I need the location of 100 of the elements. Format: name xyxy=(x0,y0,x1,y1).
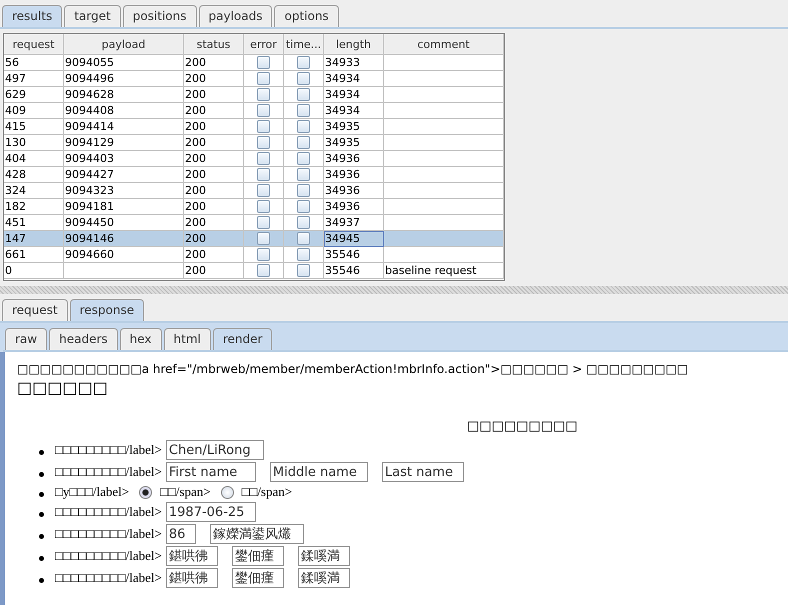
checkbox[interactable] xyxy=(297,72,310,85)
table-cell: 9094427 xyxy=(64,167,184,183)
table-cell: 147 xyxy=(4,231,64,247)
input-field[interactable]: 鐢佃瘽 xyxy=(232,568,284,588)
table-cell: 409 xyxy=(4,103,64,119)
checkbox[interactable] xyxy=(297,136,310,149)
table-cell: 34937 xyxy=(324,215,384,231)
bullet-icon xyxy=(39,512,44,517)
bullet-icon xyxy=(39,556,44,561)
input-field[interactable]: 鍒嗘満 xyxy=(298,568,350,588)
checkbox[interactable] xyxy=(297,232,310,245)
field-label: □y□□□/label> xyxy=(55,484,130,500)
tab[interactable]: positions xyxy=(122,5,196,27)
page-title: □□□□□□ xyxy=(17,378,109,397)
table-cell: 200 xyxy=(184,231,244,247)
splitter[interactable] xyxy=(0,286,788,294)
input-field[interactable]: Last name xyxy=(382,462,464,482)
table-cell: 9094403 xyxy=(64,151,184,167)
checkbox[interactable] xyxy=(297,248,310,261)
checkbox[interactable] xyxy=(257,56,270,69)
table-cell: 9094628 xyxy=(64,87,184,103)
checkbox[interactable] xyxy=(297,56,310,69)
tab[interactable]: request xyxy=(2,299,68,321)
input-field[interactable]: 鍖哄彿 xyxy=(166,546,218,566)
table-cell: 130 xyxy=(4,135,64,151)
table-cell: 200 xyxy=(184,199,244,215)
table-cell: 9094323 xyxy=(64,183,184,199)
table-cell: 200 xyxy=(184,151,244,167)
column-header[interactable]: request xyxy=(4,34,64,55)
checkbox[interactable] xyxy=(257,248,270,261)
field-label: □□□□□□□□□/label> xyxy=(55,526,162,542)
column-header[interactable]: length xyxy=(324,34,384,55)
input-field[interactable]: Chen/LiRong xyxy=(166,440,264,460)
tab[interactable]: render xyxy=(212,328,272,350)
table-cell: 200 xyxy=(184,71,244,87)
input-field[interactable]: First name xyxy=(166,462,256,482)
column-header[interactable]: time... xyxy=(284,34,324,55)
checkbox[interactable] xyxy=(297,200,310,213)
table-cell: 56 xyxy=(4,55,64,71)
field-label: □□□□□□□□□/label> xyxy=(55,464,162,480)
table-cell: 9094450 xyxy=(64,215,184,231)
tab[interactable]: hex xyxy=(120,328,162,350)
table-cell: baseline request xyxy=(384,263,504,279)
tab[interactable]: response xyxy=(70,299,144,321)
checkbox[interactable] xyxy=(257,168,270,181)
table-cell: 200 xyxy=(184,167,244,183)
section-heading: □□□□□□□□□ xyxy=(467,419,579,434)
column-header[interactable]: payload xyxy=(64,34,184,55)
table-cell: 35546 xyxy=(324,247,384,263)
tab[interactable]: raw xyxy=(5,328,48,350)
tab[interactable]: payloads xyxy=(198,5,272,27)
input-field[interactable]: 鍖哄彿 xyxy=(166,568,218,588)
checkbox[interactable] xyxy=(297,104,310,117)
checkbox[interactable] xyxy=(297,216,310,229)
column-header[interactable]: status xyxy=(184,34,244,55)
table-cell: 34945 xyxy=(324,231,384,247)
table-cell: 200 xyxy=(184,215,244,231)
checkbox[interactable] xyxy=(257,216,270,229)
bullet-icon xyxy=(39,534,44,539)
tab[interactable]: html xyxy=(164,328,211,350)
input-field[interactable]: 鎵嬫満鍙风爜 xyxy=(210,524,304,544)
input-field[interactable]: Middle name xyxy=(270,462,368,482)
checkbox[interactable] xyxy=(257,152,270,165)
input-field[interactable]: 鍒嗘満 xyxy=(298,546,350,566)
checkbox[interactable] xyxy=(257,88,270,101)
tab[interactable]: options xyxy=(274,5,339,27)
checkbox[interactable] xyxy=(257,232,270,245)
checkbox[interactable] xyxy=(257,120,270,133)
table-cell: 9094660 xyxy=(64,247,184,263)
checkbox[interactable] xyxy=(257,184,270,197)
table-cell: 9094129 xyxy=(64,135,184,151)
checkbox[interactable] xyxy=(297,120,310,133)
checkbox[interactable] xyxy=(257,200,270,213)
column-header[interactable]: comment xyxy=(384,34,504,55)
tab[interactable]: results xyxy=(2,5,62,27)
tab[interactable]: headers xyxy=(49,328,118,350)
checkbox[interactable] xyxy=(297,168,310,181)
input-field[interactable]: 1987-06-25 xyxy=(166,502,256,522)
input-field[interactable]: 鐢佃瘽 xyxy=(232,546,284,566)
table-cell: 324 xyxy=(4,183,64,199)
checkbox[interactable] xyxy=(297,184,310,197)
checkbox[interactable] xyxy=(297,152,310,165)
table-cell: 200 xyxy=(184,247,244,263)
radio-button[interactable] xyxy=(139,486,152,498)
radio-label: □□/span> xyxy=(160,484,211,500)
input-field[interactable]: 86 xyxy=(166,524,196,544)
checkbox[interactable] xyxy=(297,264,310,277)
checkbox[interactable] xyxy=(257,72,270,85)
column-header[interactable]: error xyxy=(244,34,284,55)
table-cell: 451 xyxy=(4,215,64,231)
checkbox[interactable] xyxy=(297,88,310,101)
bullet-icon xyxy=(39,472,44,477)
radio-button[interactable] xyxy=(220,486,234,498)
table-cell: 404 xyxy=(4,151,64,167)
table-cell: 415 xyxy=(4,119,64,135)
checkbox[interactable] xyxy=(257,264,270,277)
tab[interactable]: target xyxy=(64,5,121,27)
checkbox[interactable] xyxy=(257,104,270,117)
table-cell: 34933 xyxy=(324,55,384,71)
checkbox[interactable] xyxy=(257,136,270,149)
